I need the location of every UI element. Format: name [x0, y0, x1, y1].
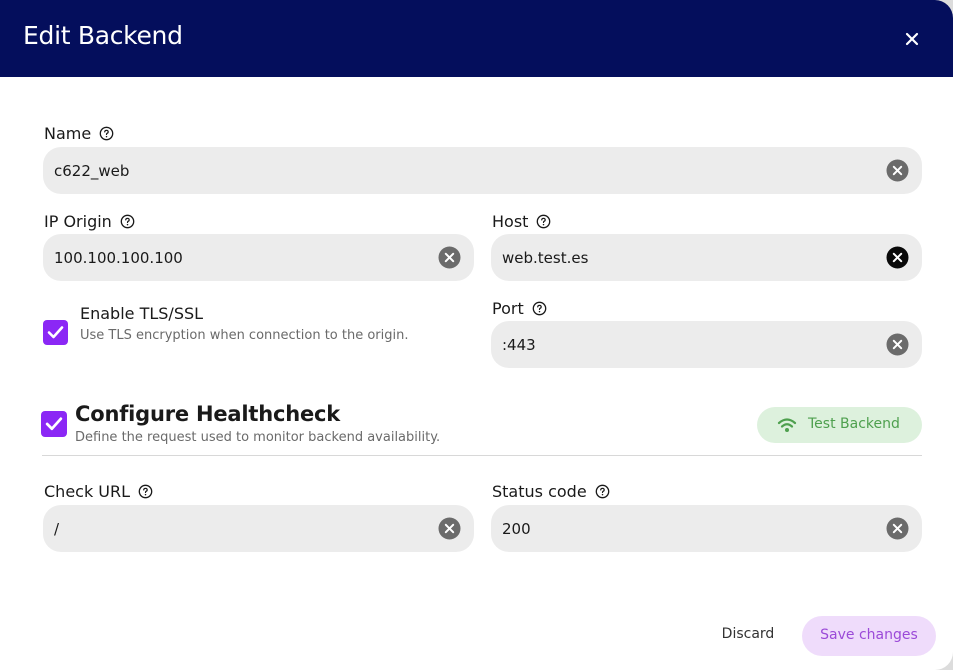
- edit-backend-modal: Edit Backend Name IP Origin: [0, 0, 953, 670]
- status-code-field: [491, 505, 922, 552]
- help-icon[interactable]: [99, 126, 114, 141]
- ip-origin-input[interactable]: [54, 234, 424, 281]
- ip-origin-label-row: IP Origin: [44, 212, 135, 231]
- port-label: Port: [492, 299, 524, 318]
- healthcheck-checkbox[interactable]: [41, 411, 67, 437]
- save-changes-label: Save changes: [820, 627, 918, 643]
- host-label-row: Host: [492, 212, 551, 231]
- ip-origin-field: [43, 234, 474, 281]
- modal-header: Edit Backend: [0, 0, 953, 77]
- clear-icon: [438, 246, 461, 269]
- clear-icon: [886, 159, 909, 182]
- checkmark-icon: [47, 326, 64, 339]
- host-input[interactable]: [502, 234, 872, 281]
- check-url-input[interactable]: [54, 505, 424, 552]
- port-field: [491, 321, 922, 368]
- healthcheck-description: Define the request used to monitor backe…: [75, 430, 441, 445]
- ip-origin-label: IP Origin: [44, 212, 112, 231]
- clear-icon: [886, 333, 909, 356]
- test-backend-button[interactable]: Test Backend: [757, 407, 922, 443]
- name-label-row: Name: [44, 124, 114, 143]
- name-field: [43, 147, 922, 194]
- host-field: [491, 234, 922, 281]
- check-url-field: [43, 505, 474, 552]
- port-input[interactable]: [502, 321, 872, 368]
- name-clear-button[interactable]: [886, 159, 909, 182]
- tls-description: Use TLS encryption when connection to th…: [80, 328, 409, 343]
- test-backend-label: Test Backend: [808, 416, 900, 432]
- status-code-label: Status code: [492, 482, 587, 501]
- save-changes-button[interactable]: Save changes: [802, 616, 936, 656]
- help-icon[interactable]: [536, 214, 551, 229]
- port-label-row: Port: [492, 299, 547, 318]
- help-icon[interactable]: [138, 484, 153, 499]
- clear-icon: [886, 517, 909, 540]
- tls-title: Enable TLS/SSL: [80, 304, 204, 323]
- tls-checkbox[interactable]: [43, 320, 68, 345]
- modal-title: Edit Backend: [23, 21, 183, 50]
- discard-button[interactable]: Discard: [712, 626, 784, 648]
- host-label: Host: [492, 212, 529, 231]
- close-button[interactable]: [898, 25, 926, 53]
- wifi-icon: [777, 418, 797, 432]
- close-icon: [905, 32, 919, 46]
- name-input[interactable]: [54, 147, 872, 194]
- help-icon[interactable]: [595, 484, 610, 499]
- check-url-label: Check URL: [44, 482, 131, 501]
- name-label: Name: [44, 124, 92, 143]
- status-code-clear-button[interactable]: [886, 517, 909, 540]
- help-icon[interactable]: [120, 214, 135, 229]
- clear-icon: [886, 246, 909, 269]
- status-code-label-row: Status code: [492, 482, 610, 501]
- status-code-input[interactable]: [502, 505, 872, 552]
- clear-icon: [438, 517, 461, 540]
- check-url-label-row: Check URL: [44, 482, 153, 501]
- ip-origin-clear-button[interactable]: [438, 246, 461, 269]
- port-clear-button[interactable]: [886, 333, 909, 356]
- host-clear-button[interactable]: [886, 246, 909, 269]
- help-icon[interactable]: [532, 301, 547, 316]
- check-url-clear-button[interactable]: [438, 517, 461, 540]
- divider: [42, 455, 922, 456]
- healthcheck-title: Configure Healthcheck: [75, 402, 341, 426]
- checkmark-icon: [45, 417, 63, 431]
